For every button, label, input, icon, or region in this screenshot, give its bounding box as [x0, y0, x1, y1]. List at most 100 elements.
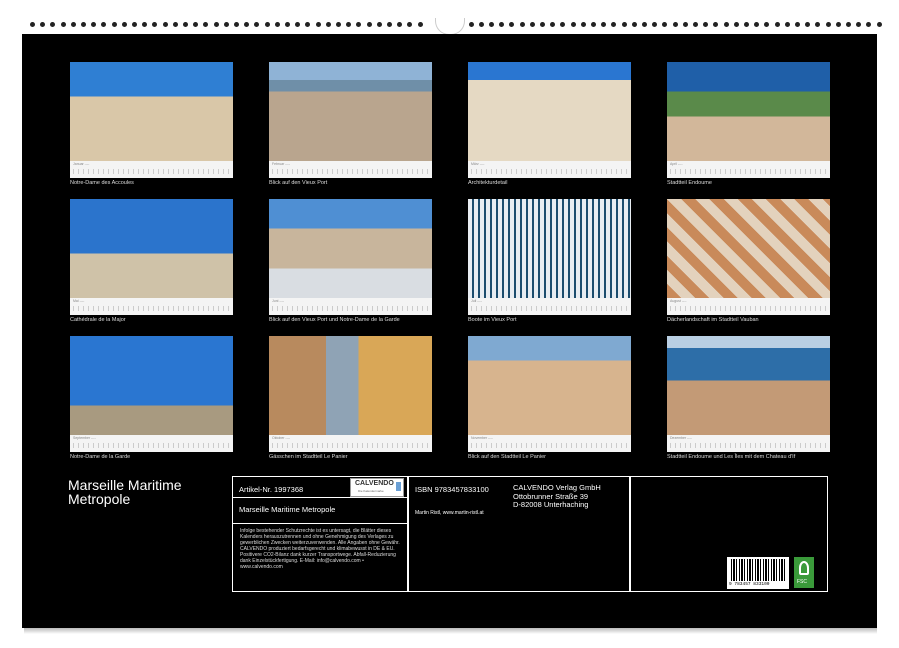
binding-hole	[377, 22, 382, 27]
binding-hole	[877, 22, 882, 27]
month-label: April ----	[670, 162, 683, 166]
binding-hole	[785, 22, 790, 27]
month-photo	[269, 62, 432, 161]
calendar-month-tile: Januar ----Notre-Dame des Accoules	[70, 62, 233, 186]
binding-hole	[520, 22, 525, 27]
binding-hole	[775, 22, 780, 27]
binding-hole	[173, 22, 178, 27]
binding-hole	[163, 22, 168, 27]
binding-hole	[499, 22, 504, 27]
binding-hole	[856, 22, 861, 27]
month-photo	[468, 336, 631, 435]
binding-hole	[795, 22, 800, 27]
month-calendarium: April ----	[667, 161, 830, 178]
photo-caption: Dächerlandschaft im Stadtteil Vauban	[667, 317, 830, 323]
binding-hole	[336, 22, 341, 27]
binding-hole	[601, 22, 606, 27]
binding-hole	[866, 22, 871, 27]
legal-text: Infolge bestehender Schutzrechte ist es …	[240, 528, 405, 570]
month-photo	[468, 199, 631, 298]
binding-hole	[254, 22, 259, 27]
photo-caption: Blick auf den Stadtteil Le Panier	[468, 454, 631, 460]
binding-hole	[836, 22, 841, 27]
product-title: Marseille Maritime Metropole	[239, 505, 335, 514]
binding-hole	[112, 22, 117, 27]
photo-caption: Gässchen im Stadtteil Le Panier	[269, 454, 432, 460]
month-photo	[269, 336, 432, 435]
day-grid	[73, 169, 230, 174]
binding-hole	[81, 22, 86, 27]
month-label: Oktober ----	[272, 436, 290, 440]
month-label: Mai ----	[73, 299, 84, 303]
calendar-month-tile: Oktober ---- Gässchen im Stadtteil Le Pan…	[269, 336, 432, 460]
binding-hole	[132, 22, 137, 27]
photo-caption: Blick auf den Vieux Port	[269, 180, 432, 186]
month-calendarium: September ----	[70, 435, 233, 452]
author: Martin Ristl, www.martin-ristl.at	[415, 510, 484, 516]
binding-hole	[489, 22, 494, 27]
binding-hole	[724, 22, 729, 27]
calendar-month-tile: Dezember ----Stadtteil Endoume und Les Î…	[667, 336, 830, 460]
tree-icon	[799, 561, 809, 575]
binding-hole	[713, 22, 718, 27]
publisher-address: CALVENDO Verlag GmbH Ottobrunner Straße …	[513, 484, 601, 510]
binding-hole	[244, 22, 249, 27]
barcode-bars	[731, 559, 785, 581]
binding-hole	[418, 22, 423, 27]
month-label: Juli ----	[471, 299, 482, 303]
month-photo	[70, 199, 233, 298]
fsc-logo: FSC	[794, 557, 814, 588]
logo-sub: Die Kalendermarke	[358, 489, 384, 493]
photo-caption: Boote im Vieux Port	[468, 317, 631, 323]
logo-text: CALVENDO	[355, 480, 394, 487]
binding-hole	[826, 22, 831, 27]
calendar-title: Marseille Maritime Metropole	[68, 478, 218, 506]
month-calendarium: August ----	[667, 298, 830, 315]
month-photo	[70, 62, 233, 161]
binding-hole	[224, 22, 229, 27]
binding-hole	[571, 22, 576, 27]
calendar-month-tile: Juli ---- Boote im Vieux Port	[468, 199, 631, 323]
binding-hole	[560, 22, 565, 27]
publisher-line-3: D-82008 Unterhaching	[513, 501, 601, 510]
calendar-month-tile: Februar ---- Blick auf den Vieux Port	[269, 62, 432, 186]
month-photo	[269, 199, 432, 298]
month-photo	[667, 199, 830, 298]
month-calendarium: März ----	[468, 161, 631, 178]
binding-hole	[652, 22, 657, 27]
month-calendarium: Oktober ----	[269, 435, 432, 452]
binding-hole	[316, 22, 321, 27]
day-grid	[272, 306, 429, 311]
photo-caption: Cathédrale de la Major	[70, 317, 233, 323]
binding-hole	[305, 22, 310, 27]
binding-hole	[122, 22, 127, 27]
binding-hole	[509, 22, 514, 27]
month-calendarium: Mai ----	[70, 298, 233, 315]
title-line-2: Metropole	[68, 492, 218, 506]
month-photo	[667, 336, 830, 435]
month-label: August ----	[670, 299, 687, 303]
calendar-month-tile: November ----Blick auf den Stadtteil Le …	[468, 336, 631, 460]
title-line-1: Marseille Maritime	[68, 478, 218, 492]
month-label: Februar ----	[272, 162, 290, 166]
binding-hole	[50, 22, 55, 27]
binding-hole	[479, 22, 484, 27]
binding-hole	[152, 22, 157, 27]
binding-hole	[203, 22, 208, 27]
calendar-month-tile: Juni ----Blick auf den Vieux Port und No…	[269, 199, 432, 323]
binding-hole	[397, 22, 402, 27]
month-calendarium: Juni ----	[269, 298, 432, 315]
page-shadow	[24, 628, 877, 634]
month-label: März ----	[471, 162, 484, 166]
hanger-notch	[435, 18, 465, 35]
binding-hole	[193, 22, 198, 27]
month-calendarium: Januar ----	[70, 161, 233, 178]
day-grid	[73, 306, 230, 311]
binding-hole	[346, 22, 351, 27]
binding-hole	[662, 22, 667, 27]
binding-hole	[40, 22, 45, 27]
binding-hole	[295, 22, 300, 27]
barcode: 9 783457 833100	[727, 557, 789, 589]
binding-hole	[734, 22, 739, 27]
binding-hole	[356, 22, 361, 27]
